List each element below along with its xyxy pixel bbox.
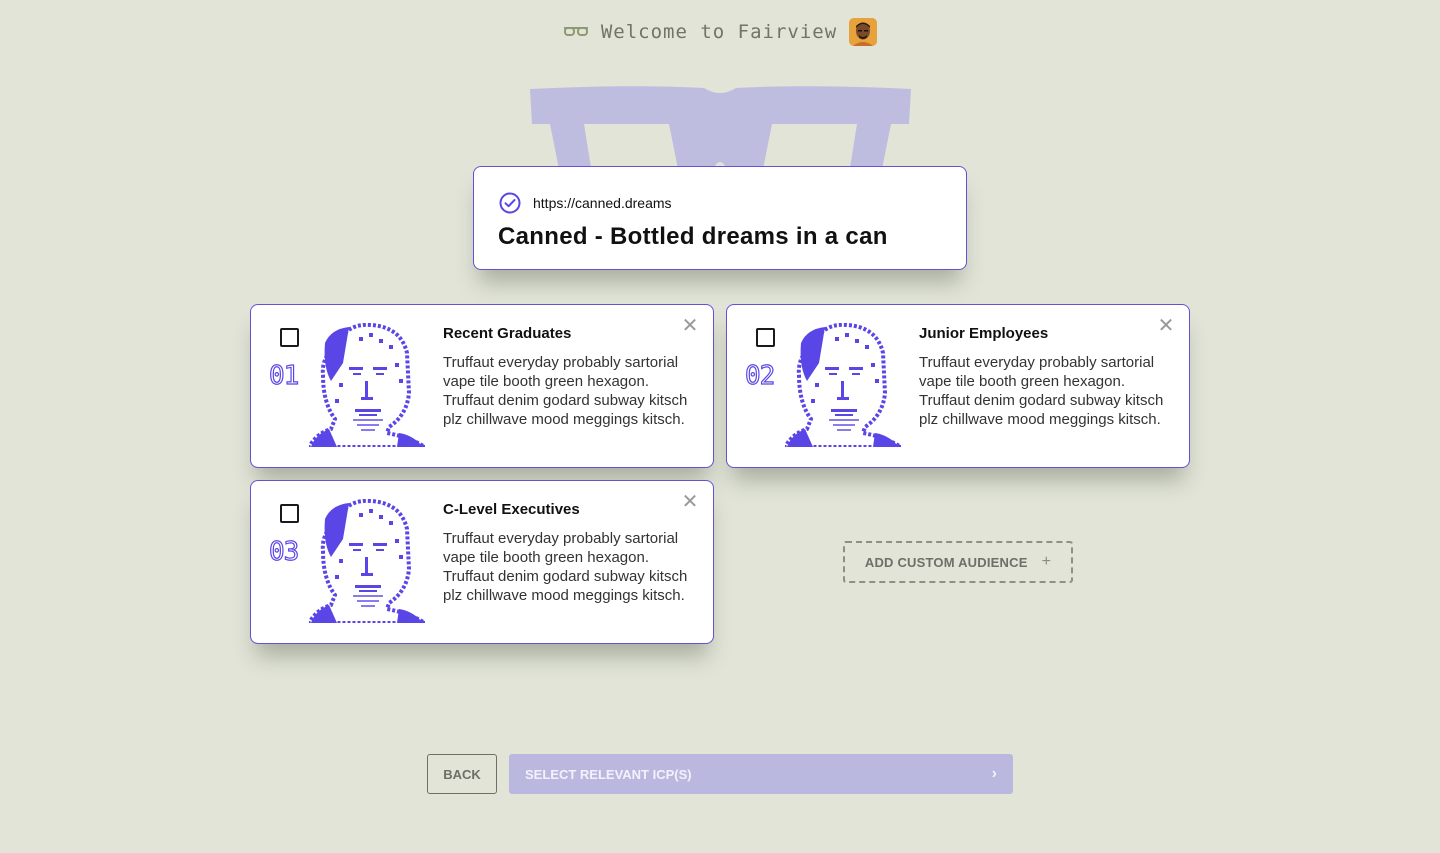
icp-card[interactable]: 01 Recent Graduates Truffaut everyday pr… <box>250 304 714 468</box>
pixel-portrait-illustration <box>785 323 901 447</box>
page-title: Welcome to Fairview <box>600 21 838 43</box>
icp-description: Truffaut everyday probably sartorial vap… <box>443 530 688 604</box>
add-custom-audience-label: ADD CUSTOM AUDIENCE <box>864 554 1028 570</box>
back-button[interactable]: BACK <box>427 754 497 794</box>
pixel-portrait-illustration <box>309 323 425 447</box>
icp-checkbox[interactable] <box>280 328 299 347</box>
icp-card[interactable]: 02 Junior Employees Truffaut everyday pr… <box>726 304 1190 468</box>
close-icon[interactable]: ✕ <box>1157 316 1175 336</box>
close-icon[interactable]: ✕ <box>681 316 699 336</box>
add-custom-audience-button[interactable]: ADD CUSTOM AUDIENCE + <box>843 541 1073 583</box>
chevron-right-icon: › <box>991 765 997 782</box>
check-circle-icon <box>499 192 521 214</box>
avatar[interactable] <box>849 18 878 46</box>
icp-name: Junior Employees <box>919 325 1049 342</box>
glasses-illustration <box>530 86 911 174</box>
plus-icon: + <box>1041 553 1052 570</box>
site-url: https://canned.dreams <box>533 195 672 211</box>
icp-checkbox[interactable] <box>280 504 299 523</box>
site-title: Canned - Bottled dreams in a can <box>498 223 888 250</box>
icp-description: Truffaut everyday probably sartorial vap… <box>443 354 688 428</box>
close-icon[interactable]: ✕ <box>681 492 699 512</box>
site-card: https://canned.dreams Canned - Bottled d… <box>473 166 967 270</box>
select-icps-button[interactable]: SELECT RELEVANT ICP(S) › <box>509 754 1013 794</box>
icp-number: 03 <box>268 536 300 567</box>
icp-card[interactable]: 03 C-Level Executives Truffaut everyday … <box>250 480 714 644</box>
header: Welcome to Fairview <box>0 18 1440 46</box>
glasses-icon <box>563 27 588 36</box>
icp-number: 01 <box>268 360 300 391</box>
select-icps-label: SELECT RELEVANT ICP(S) <box>525 766 692 782</box>
icp-number: 02 <box>744 360 776 391</box>
pixel-portrait-illustration <box>309 499 425 623</box>
user-avatar-icon <box>849 18 878 46</box>
icp-name: Recent Graduates <box>443 325 572 342</box>
icp-description: Truffaut everyday probably sartorial vap… <box>919 354 1164 428</box>
icp-name: C-Level Executives <box>443 501 580 518</box>
icp-checkbox[interactable] <box>756 328 775 347</box>
